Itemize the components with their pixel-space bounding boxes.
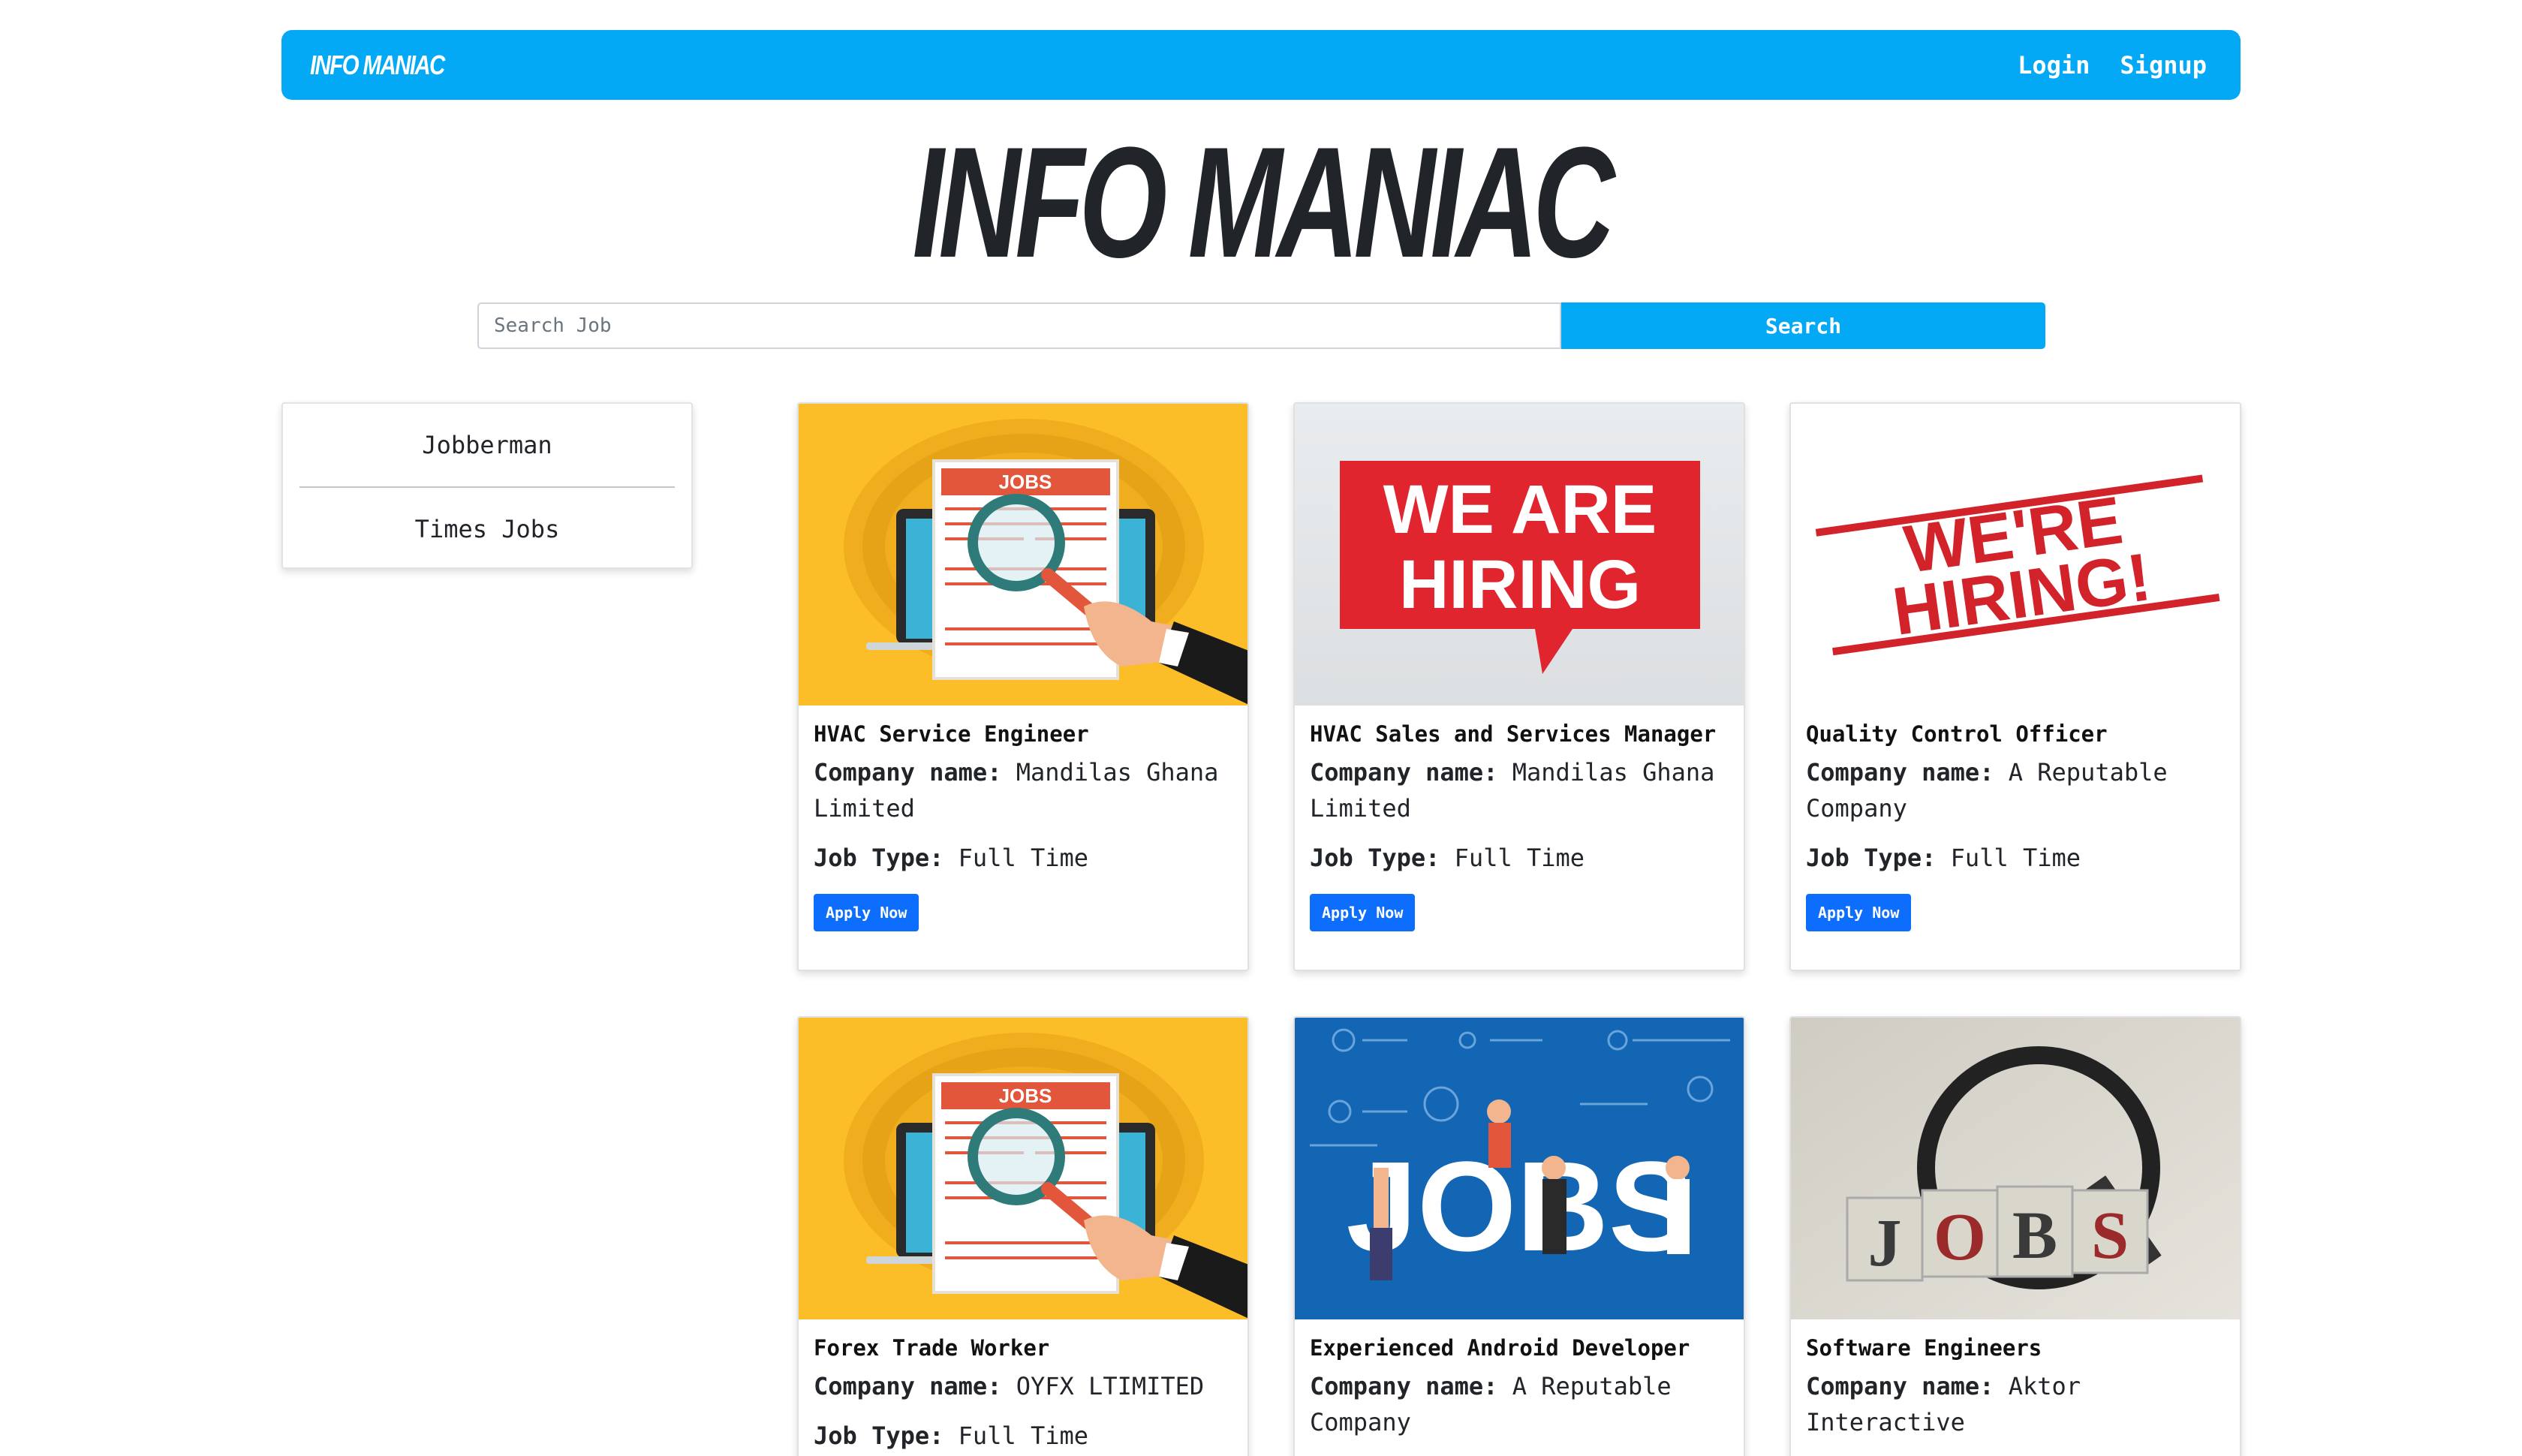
job-title: HVAC Service Engineer [814,721,1089,747]
job-card-image: J O B S [1791,1018,2240,1319]
block-letter: S [2091,1199,2129,1273]
job-type-label: Job Type: [814,844,944,872]
jobs-laptop-illustration: JOBS [799,404,1247,705]
login-link[interactable]: Login [2018,51,2090,80]
job-type-value: Full Time [958,844,1089,872]
job-card: JOBS HVAC Service Engineer Company name:… [797,402,1249,971]
job-type-value: Full Time [958,1421,1089,1450]
company-label: Company name: [814,1372,1002,1400]
jobs-people-illustration: JOBS [1295,1018,1744,1319]
job-card-image: WE ARE HIRING [1295,404,1744,705]
company-label: Company name: [1806,1372,1994,1400]
we-are-hiring-banner: WE ARE HIRING [1295,404,1744,705]
job-type: Job Type: Full Time [1310,840,1729,876]
job-card: WE ARE HIRING HVAC Sales and Services Ma… [1293,402,1745,971]
job-card: JOBS Forex Trade Worker Company name: OY… [797,1016,1249,1456]
job-card: JOBS Experienced Android Developer Compa… [1293,1016,1745,1456]
job-source-sidebar: Jobberman Times Jobs [281,402,693,569]
job-type: Job Type: Full Time [1806,840,2225,876]
company-label: Company name: [1310,758,1498,787]
company-value: OYFX LTIMITED [1016,1372,1205,1400]
company-label: Company name: [1310,1372,1498,1400]
sidebar-item-jobberman[interactable]: Jobberman [299,404,675,486]
company-name: Company name: A Reputable Company [1806,754,2225,826]
signup-link[interactable]: Signup [2120,51,2207,80]
nav-links: Login Signup [2018,51,2207,80]
job-type: Job Type: Full Time [814,840,1232,876]
navbar-brand[interactable]: INFO MANIAC [310,50,445,81]
jobs-label: JOBS [999,471,1052,493]
company-name: Company name: Mandilas Ghana Limited [1310,754,1729,826]
job-type-label: Job Type: [1806,844,1937,872]
job-type-value: Full Time [1454,844,1585,872]
job-type-value: Full Time [1950,844,2081,872]
company-name: Company name: Mandilas Ghana Limited [814,754,1232,826]
block-letter: O [1934,1200,1986,1274]
jobs-text: JOBS [1347,1136,1694,1278]
job-card: J O B S Software Engineers Company name:… [1789,1016,2241,1456]
job-type-label: Job Type: [814,1421,944,1450]
search-button[interactable]: Search [1561,302,2045,349]
job-card-image: JOBS [799,404,1247,705]
apply-now-button[interactable]: Apply Now [1806,894,1912,931]
sidebar-item-times-jobs[interactable]: Times Jobs [299,488,675,570]
company-label: Company name: [814,758,1002,787]
page-title: INFO MANIAC [0,114,2522,290]
company-name: Company name: Aktor Interactive [1806,1368,2225,1440]
block-letter: J [1868,1206,1902,1280]
job-title: Experienced Android Developer [1310,1335,1690,1361]
jobs-label: JOBS [999,1084,1052,1107]
apply-now-button[interactable]: Apply Now [814,894,919,931]
job-title: Quality Control Officer [1806,721,2108,747]
hiring-text: HIRING [1399,546,1641,623]
apply-now-button[interactable]: Apply Now [1310,894,1416,931]
page-title-text: INFO MANIAC [912,114,1615,290]
job-title: Forex Trade Worker [814,1335,1050,1361]
job-type-label: Job Type: [1310,844,1440,872]
job-card: WE'RE HIRING! Quality Control Officer Co… [1789,402,2241,971]
job-title: Software Engineers [1806,1335,2042,1361]
company-name: Company name: OYFX LTIMITED [814,1368,1232,1404]
jobs-blocks: J O B S [1846,1185,2149,1282]
job-type: Job Type: Full Time [814,1418,1232,1454]
we-are-text: WE ARE [1383,471,1657,548]
jobs-blocks-magnifier-photo: J O B S [1791,1018,2240,1319]
block-letter: B [2012,1199,2057,1273]
job-card-image: JOBS [799,1018,1247,1319]
were-hiring-stamp: WE'RE HIRING! [1791,404,2240,705]
navbar: INFO MANIAC Login Signup [281,30,2241,100]
search-input[interactable] [477,302,1561,349]
jobs-laptop-illustration: JOBS [799,1018,1247,1319]
job-title: HVAC Sales and Services Manager [1310,721,1717,747]
job-card-image: JOBS [1295,1018,1744,1319]
job-card-image: WE'RE HIRING! [1791,404,2240,705]
company-name: Company name: A Reputable Company [1310,1368,1729,1440]
company-label: Company name: [1806,758,1994,787]
